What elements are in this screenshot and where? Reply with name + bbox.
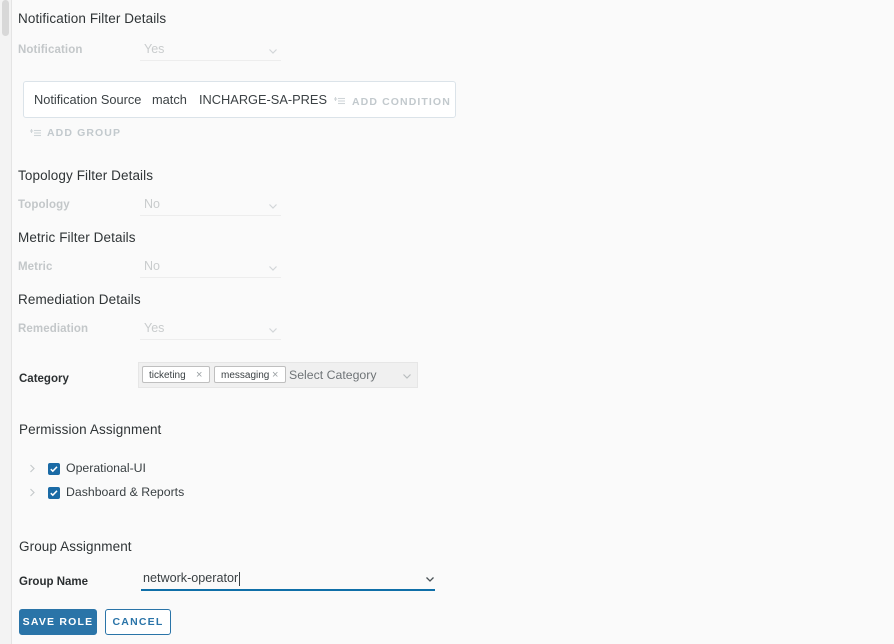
add-group-icon (30, 126, 43, 139)
permission-checkbox[interactable] (48, 487, 60, 499)
section-title-group-assignment: Group Assignment (19, 539, 132, 554)
save-role-button[interactable]: SAVE ROLE (19, 609, 97, 635)
permission-label: Dashboard & Reports (66, 485, 185, 499)
topology-select-value: No (144, 197, 160, 211)
metric-select[interactable]: No (140, 258, 281, 278)
chevron-down-icon[interactable] (401, 370, 413, 382)
chevron-down-icon (267, 262, 279, 274)
notification-select[interactable]: Yes (140, 41, 281, 61)
role-form-panel: Notification Filter Details Notification… (0, 0, 894, 644)
section-title-metric-filter: Metric Filter Details (18, 230, 136, 245)
group-name-label: Group Name (19, 576, 89, 588)
metric-label: Metric (18, 261, 53, 273)
section-title-notification-filter: Notification Filter Details (18, 11, 167, 26)
chevron-down-icon (267, 200, 279, 212)
metric-select-value: No (144, 259, 160, 273)
chevron-down-icon[interactable] (424, 573, 436, 585)
condition-field[interactable]: Notification Source (34, 92, 141, 107)
permission-checkbox[interactable] (48, 463, 60, 475)
topology-label: Topology (18, 199, 70, 211)
notification-label: Notification (18, 44, 83, 56)
category-tag-label: messaging (221, 370, 270, 381)
text-caret (239, 572, 240, 586)
condition-operator[interactable]: match (152, 92, 187, 107)
category-multiselect[interactable]: ticketing × messaging × Select Category (138, 362, 418, 388)
chevron-down-icon (267, 45, 279, 57)
chevron-down-icon (267, 324, 279, 336)
notification-condition-group: Notification Source match INCHARGE-SA-PR… (23, 81, 456, 118)
notification-select-value: Yes (144, 42, 165, 56)
chevron-right-icon[interactable] (27, 463, 38, 474)
category-tag-messaging[interactable]: messaging × (214, 366, 286, 383)
group-name-input[interactable]: network-operator (141, 571, 435, 591)
add-condition-button[interactable]: ADD CONDITION (352, 96, 451, 108)
remediation-select[interactable]: Yes (140, 320, 281, 340)
close-icon[interactable]: × (272, 369, 278, 381)
remediation-select-value: Yes (144, 321, 165, 335)
permission-label: Operational-UI (66, 461, 146, 475)
topology-select[interactable]: No (140, 196, 281, 216)
group-name-value: network-operator (143, 571, 239, 585)
condition-value[interactable]: INCHARGE-SA-PRES (199, 92, 327, 107)
section-title-topology-filter: Topology Filter Details (18, 168, 154, 183)
add-condition-icon (334, 94, 347, 107)
category-label: Category (19, 373, 69, 385)
section-title-remediation: Remediation Details (18, 292, 141, 307)
section-title-permission-assignment: Permission Assignment (19, 422, 162, 437)
category-placeholder-text: Select Category (289, 368, 377, 382)
remediation-label: Remediation (18, 323, 89, 335)
cancel-button[interactable]: CANCEL (105, 609, 171, 635)
category-tag-label: ticketing (149, 370, 186, 381)
add-group-button[interactable]: ADD GROUP (47, 127, 121, 139)
chevron-right-icon[interactable] (27, 487, 38, 498)
close-icon[interactable]: × (196, 369, 202, 381)
category-tag-ticketing[interactable]: ticketing × (142, 366, 210, 383)
